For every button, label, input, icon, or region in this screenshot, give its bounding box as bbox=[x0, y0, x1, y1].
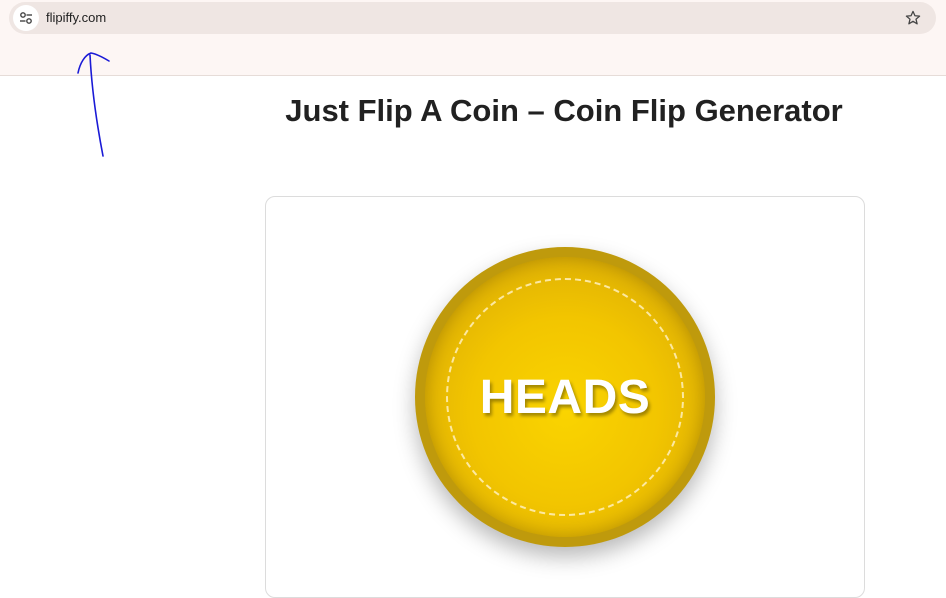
coin-result-label: HEADS bbox=[479, 370, 651, 424]
page-title: Just Flip A Coin – Coin Flip Generator bbox=[285, 93, 843, 128]
site-info-button[interactable] bbox=[13, 5, 39, 31]
star-icon[interactable] bbox=[904, 9, 922, 27]
browser-toolbar: flipiffy.com bbox=[0, 0, 946, 76]
coin[interactable]: HEADS bbox=[415, 247, 715, 547]
tune-icon bbox=[20, 12, 32, 24]
url-text[interactable]: flipiffy.com bbox=[46, 10, 106, 25]
coin-card: HEADS bbox=[265, 196, 865, 598]
address-bar[interactable]: flipiffy.com bbox=[9, 2, 936, 34]
coin-face: HEADS bbox=[425, 257, 705, 537]
